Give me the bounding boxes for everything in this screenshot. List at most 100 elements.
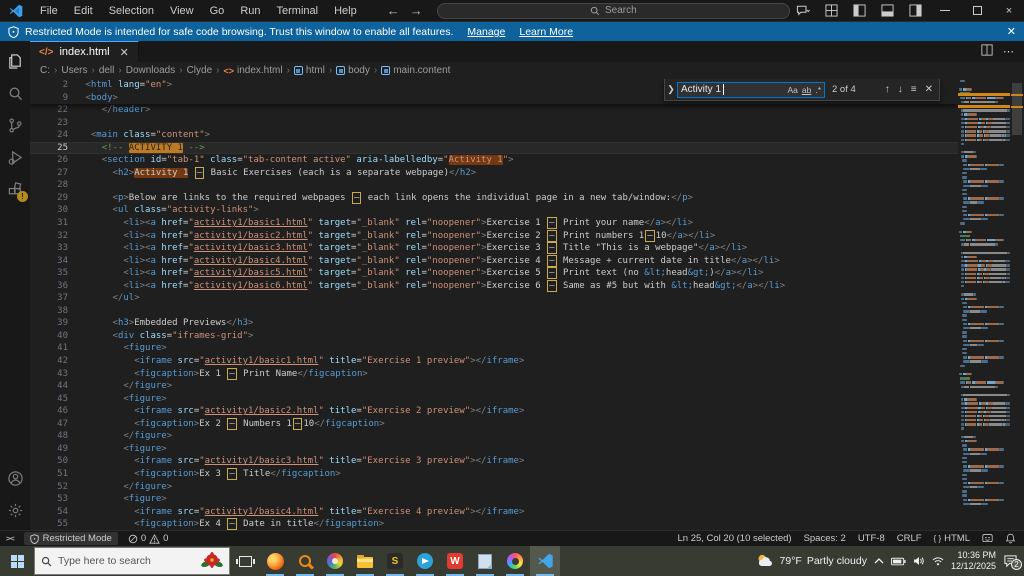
code-line[interactable]: 27 <h2>Activity 1 – Basic Exercises (eac…: [30, 166, 958, 180]
breadcrumb-item-users[interactable]: Users: [61, 65, 87, 76]
close-window-button[interactable]: ×: [994, 0, 1024, 22]
settings-gear-icon[interactable]: [0, 494, 30, 526]
code-line[interactable]: 30 <ul class="activity-links">: [30, 204, 958, 217]
extensions-icon[interactable]: !: [0, 173, 30, 205]
find-expand-icon[interactable]: ❯: [665, 84, 677, 95]
split-editor-icon[interactable]: [981, 44, 993, 59]
restricted-mode-status[interactable]: Restricted Mode: [23, 532, 118, 545]
breadcrumb-item-main-content[interactable]: main.content: [381, 65, 450, 76]
tab-close-icon[interactable]: ✕: [120, 46, 129, 59]
cursor-position[interactable]: Ln 25, Col 20 (10 selected): [671, 531, 797, 546]
battery-icon[interactable]: [890, 557, 906, 566]
code-line[interactable]: 32 <li><a href="activity1/basic2.html" t…: [30, 229, 958, 243]
command-center-search[interactable]: Search: [436, 2, 790, 19]
more-actions-icon[interactable]: ⋯: [1003, 45, 1014, 58]
maximize-button[interactable]: [962, 0, 992, 22]
menu-run[interactable]: Run: [232, 0, 268, 22]
encoding[interactable]: UTF-8: [852, 531, 891, 546]
remote-indicator[interactable]: ><: [0, 531, 20, 546]
code-line[interactable]: 40 <div class="iframes-grid">: [30, 330, 958, 343]
search-sidebar-icon[interactable]: [0, 77, 30, 109]
eol-sequence[interactable]: CRLF: [891, 531, 928, 546]
taskbar-app-wps-office[interactable]: W: [440, 546, 470, 576]
breadcrumb-item-clyde[interactable]: Clyde: [187, 65, 213, 76]
menu-file[interactable]: File: [32, 0, 66, 22]
menu-edit[interactable]: Edit: [66, 0, 101, 22]
explorer-icon[interactable]: [0, 45, 30, 77]
regex-toggle[interactable]: .*: [815, 85, 821, 95]
panel-left-icon[interactable]: [846, 0, 872, 22]
code-line[interactable]: 35 <li><a href="activity1/basic5.html" t…: [30, 267, 958, 280]
tab-index-html[interactable]: </> index.html ✕: [30, 41, 139, 62]
code-line[interactable]: 44 </figure>: [30, 380, 958, 393]
code-line[interactable]: 28: [30, 179, 958, 192]
scrollbar-thumb[interactable]: [1012, 83, 1022, 135]
code-line[interactable]: 23: [30, 117, 958, 130]
breadcrumb-item-index-html[interactable]: <> index.html: [223, 65, 282, 76]
taskbar-app-telegram[interactable]: [410, 546, 440, 576]
network-icon[interactable]: [932, 556, 944, 566]
taskbar-app-paint[interactable]: [320, 546, 350, 576]
code-line[interactable]: 46 <iframe src="activity1/basic2.html" t…: [30, 405, 958, 418]
code-line[interactable]: 48 </figure>: [30, 430, 958, 443]
customize-layout-icon[interactable]: [818, 0, 844, 22]
manage-link[interactable]: Manage: [467, 26, 505, 38]
find-close-icon[interactable]: ✕: [925, 84, 933, 95]
code-line[interactable]: 43 <figcaption>Ex 1 – Print Name</figcap…: [30, 367, 958, 381]
menu-terminal[interactable]: Terminal: [269, 0, 327, 22]
source-control-icon[interactable]: [0, 109, 30, 141]
taskbar-app-firefox[interactable]: [260, 546, 290, 576]
chat-dropdown-icon[interactable]: [790, 0, 816, 22]
find-next-icon[interactable]: ↓: [898, 84, 903, 95]
taskbar-app-vs-code[interactable]: [530, 546, 560, 576]
notifications-bell-icon[interactable]: [999, 531, 1024, 546]
breadcrumb-item-downloads[interactable]: Downloads: [126, 65, 175, 76]
code-line[interactable]: 52 </figure>: [30, 481, 958, 494]
menu-go[interactable]: Go: [202, 0, 233, 22]
code-line[interactable]: 36 <li><a href="activity1/basic6.html" t…: [30, 279, 958, 293]
code-line[interactable]: 45 <figure>: [30, 393, 958, 406]
taskbar-app-shotcut[interactable]: S: [380, 546, 410, 576]
code-line[interactable]: 53 <figure>: [30, 493, 958, 506]
code-line[interactable]: 55 <figcaption>Ex 4 – Date in title</fig…: [30, 518, 958, 530]
breadcrumb-item-c-[interactable]: C:: [40, 65, 50, 76]
code-line[interactable]: 24 <main class="content">: [30, 129, 958, 142]
back-arrow-icon[interactable]: ←: [387, 3, 400, 18]
code-line[interactable]: 33 <li><a href="activity1/basic3.html" t…: [30, 242, 958, 255]
minimap[interactable]: [958, 79, 1010, 530]
learn-more-link[interactable]: Learn More: [519, 26, 573, 38]
language-mode[interactable]: { } HTML: [928, 531, 976, 546]
code-line[interactable]: 51 <figcaption>Ex 3 – Title</figcaption>: [30, 467, 958, 481]
panel-right-icon[interactable]: [902, 0, 928, 22]
start-button[interactable]: [0, 546, 34, 576]
match-case-toggle[interactable]: Aa: [787, 85, 797, 95]
whole-word-toggle[interactable]: ab: [802, 85, 811, 95]
find-input[interactable]: Activity 1 Aa ab .*: [677, 81, 825, 98]
accounts-icon[interactable]: [0, 462, 30, 494]
code-line[interactable]: 29 <p>Below are links to the required we…: [30, 191, 958, 205]
code-line[interactable]: 22 </header>: [30, 104, 958, 117]
menu-view[interactable]: View: [162, 0, 202, 22]
code-line[interactable]: 54 <iframe src="activity1/basic4.html" t…: [30, 506, 958, 519]
code-line[interactable]: 42 <iframe src="activity1/basic1.html" t…: [30, 355, 958, 368]
code-line[interactable]: 37 </ul>: [30, 292, 958, 305]
breadcrumb-item-dell[interactable]: dell: [99, 65, 115, 76]
forward-arrow-icon[interactable]: →: [410, 3, 423, 18]
taskbar-clock[interactable]: 10:36 PM 12/12/2025: [951, 550, 996, 572]
menu-help[interactable]: Help: [326, 0, 365, 22]
poinsettia-flower-icon[interactable]: [201, 552, 223, 570]
feedback-icon[interactable]: [976, 531, 999, 546]
code-editor[interactable]: ❯ Activity 1 Aa ab .* 2 of 4 ↑ ↓ ≡ ✕ 22 …: [30, 79, 1024, 530]
code-line[interactable]: 50 <iframe src="activity1/basic3.html" t…: [30, 455, 958, 468]
taskbar-app-task-view[interactable]: [230, 546, 260, 576]
code-line[interactable]: 26 <section id="tab-1" class="tab-conten…: [30, 154, 958, 167]
breadcrumb-item-html[interactable]: html: [293, 65, 325, 76]
code-line[interactable]: 47 <figcaption>Ex 2 – Numbers 1–10</figc…: [30, 417, 958, 431]
taskbar-app-photos[interactable]: [500, 546, 530, 576]
tray-chevron-icon[interactable]: [874, 557, 884, 565]
taskbar-app-file-explorer[interactable]: [350, 546, 380, 576]
code-line[interactable]: 41 <figure>: [30, 342, 958, 355]
taskbar-search-box[interactable]: Type here to search: [34, 547, 230, 575]
run-debug-icon[interactable]: [0, 141, 30, 173]
code-line[interactable]: 38: [30, 305, 958, 318]
